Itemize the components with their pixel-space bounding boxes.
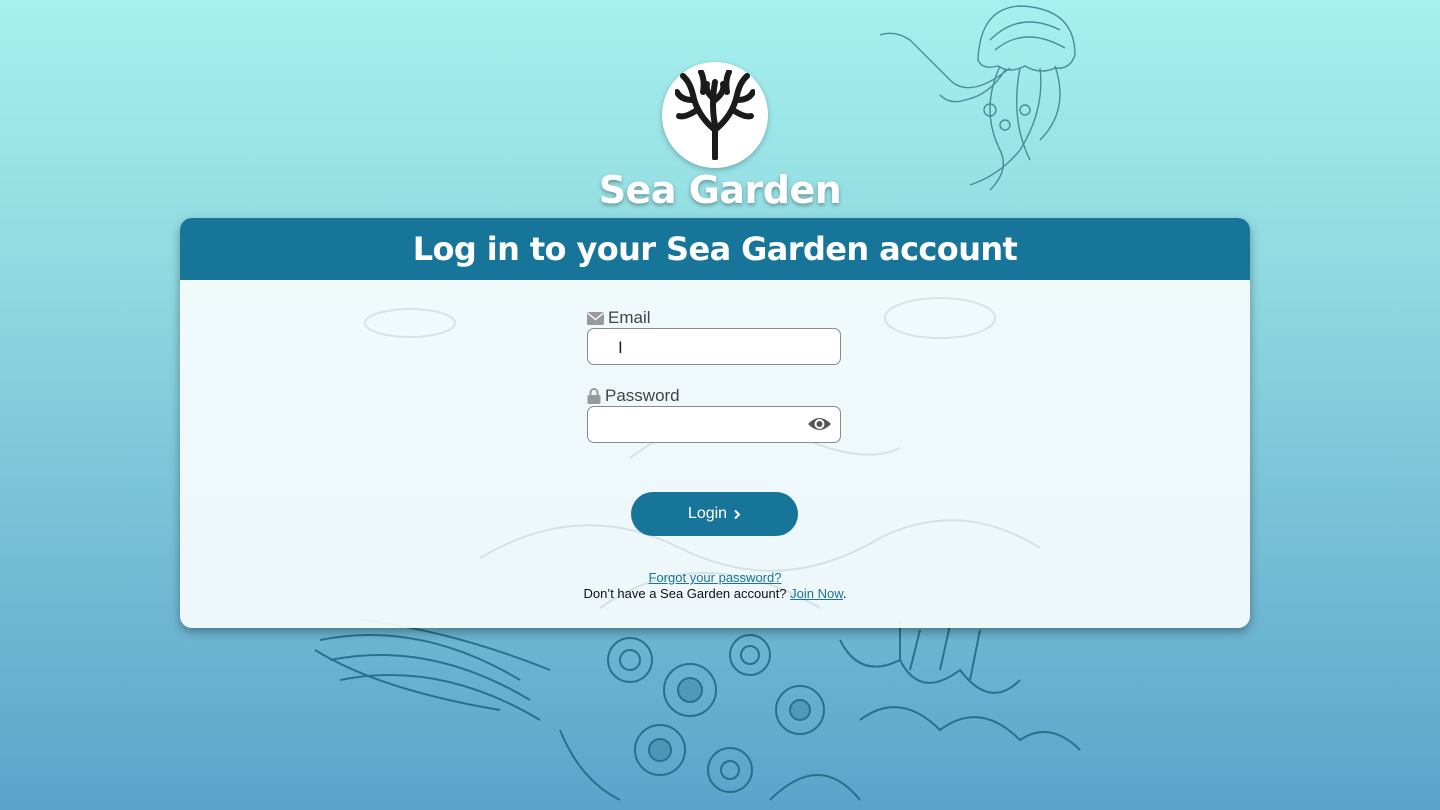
- envelope-icon: [587, 311, 604, 325]
- login-heading: Log in to your Sea Garden account: [180, 218, 1250, 280]
- eye-icon[interactable]: [807, 415, 832, 433]
- lock-icon: [587, 388, 601, 404]
- password-label: Password: [587, 386, 680, 406]
- signup-prompt-text: Don’t have a Sea Garden account?: [583, 586, 787, 601]
- brand-title: Sea Garden: [598, 168, 842, 212]
- forgot-password-link[interactable]: Forgot your password?: [180, 570, 1250, 585]
- coral-reef-illustration: [314, 619, 1081, 801]
- signup-prompt: Don’t have a Sea Garden account? Join No…: [180, 586, 1250, 601]
- coral-logo-icon: [662, 62, 768, 168]
- login-button[interactable]: Login: [631, 492, 798, 536]
- password-field[interactable]: [587, 406, 841, 443]
- text-cursor-icon: I: [618, 338, 623, 357]
- chevron-right-icon: [734, 509, 741, 519]
- email-label: Email: [587, 308, 651, 328]
- password-label-text: Password: [605, 386, 680, 405]
- email-field[interactable]: I: [587, 328, 841, 365]
- email-label-text: Email: [608, 308, 651, 327]
- join-now-link[interactable]: Join Now: [790, 586, 843, 601]
- login-button-label: Login: [687, 505, 728, 522]
- login-card: Log in to your Sea Garden account Email …: [180, 218, 1250, 628]
- signup-period: .: [842, 586, 847, 601]
